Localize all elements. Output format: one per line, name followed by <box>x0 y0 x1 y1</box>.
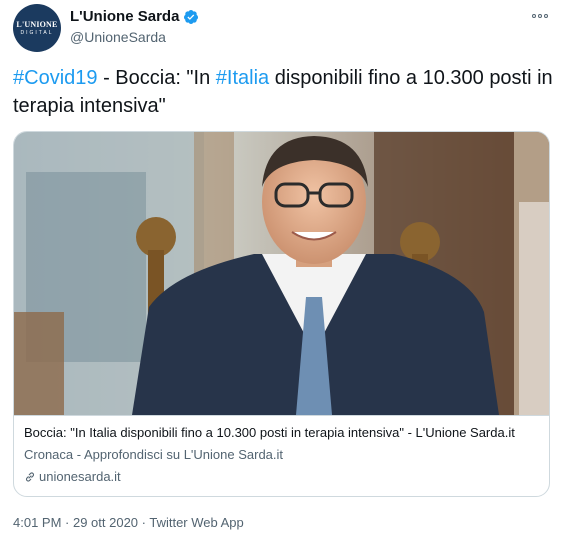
link-icon <box>25 471 35 482</box>
card-domain[interactable]: unionesarda.it <box>24 469 121 484</box>
card-title[interactable]: Boccia: "In Italia disponibili fino a 10… <box>24 425 544 440</box>
author-name-row[interactable]: L'Unione Sarda <box>70 8 199 25</box>
card-meta[interactable]: Boccia: "In Italia disponibili fino a 10… <box>14 415 549 496</box>
timestamp[interactable]: 4:01 PM · 29 ott 2020 · Twitter Web App <box>13 515 244 530</box>
tweet-text: #Covid19 - Boccia: "In #Italia disponibi… <box>13 64 553 120</box>
avatar[interactable]: L'UNIONE DIGITAL <box>13 4 61 52</box>
avatar-subtext: DIGITAL <box>20 30 54 36</box>
display-name[interactable]: L'Unione Sarda <box>70 8 179 25</box>
handle[interactable]: @UnioneSarda <box>70 29 166 45</box>
hashtag-covid19[interactable]: #Covid19 <box>13 67 98 89</box>
card-description: Cronaca - Approfondisci su L'Unione Sard… <box>24 447 284 462</box>
hashtag-italia[interactable]: #Italia <box>216 67 269 89</box>
more-icon[interactable] <box>524 7 556 25</box>
link-card[interactable]: Boccia: "In Italia disponibili fino a 10… <box>13 131 550 497</box>
card-image[interactable] <box>14 132 550 415</box>
verified-icon <box>184 9 199 24</box>
avatar-text: L'UNIONE <box>16 20 58 29</box>
card-domain-text: unionesarda.it <box>39 469 121 484</box>
tweet-text-part: - Boccia: "In <box>97 67 216 89</box>
